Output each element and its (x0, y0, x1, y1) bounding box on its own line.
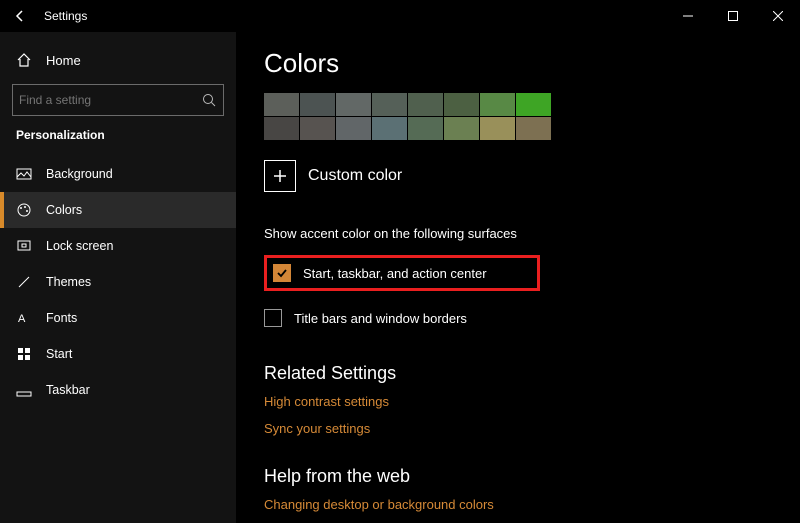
color-swatch[interactable] (300, 117, 335, 140)
back-button[interactable] (10, 6, 30, 26)
nav-list: Background Colors Lock screen Themes A F… (0, 156, 236, 408)
sidebar-item-fonts[interactable]: A Fonts (0, 300, 236, 336)
search-input[interactable] (19, 93, 201, 107)
related-heading: Related Settings (264, 363, 800, 384)
color-swatch[interactable] (264, 93, 299, 116)
color-swatch[interactable] (444, 117, 479, 140)
home-icon (16, 52, 32, 68)
checkbox-start-taskbar[interactable]: Start, taskbar, and action center (273, 264, 487, 282)
taskbar-icon (16, 382, 32, 398)
sidebar-item-colors[interactable]: Colors (0, 192, 236, 228)
nav-label: Colors (46, 203, 82, 217)
titlebar: Settings (0, 0, 800, 32)
page-title: Colors (264, 48, 800, 79)
brush-icon (16, 274, 32, 290)
sidebar-item-lockscreen[interactable]: Lock screen (0, 228, 236, 264)
checkbox-label: Title bars and window borders (294, 311, 467, 326)
sidebar-item-background[interactable]: Background (0, 156, 236, 192)
accent-section-title: Show accent color on the following surfa… (264, 226, 800, 241)
sidebar: Home Personalization Background Colors L… (0, 32, 236, 523)
sidebar-item-start[interactable]: Start (0, 336, 236, 372)
font-icon: A (16, 310, 32, 326)
maximize-button[interactable] (710, 0, 755, 32)
help-heading: Help from the web (264, 466, 800, 487)
category-label: Personalization (0, 128, 236, 156)
minimize-button[interactable] (665, 0, 710, 32)
color-swatch[interactable] (372, 117, 407, 140)
highlight-box: Start, taskbar, and action center (264, 255, 540, 291)
checkbox-label: Start, taskbar, and action center (303, 266, 487, 281)
color-swatch[interactable] (336, 93, 371, 116)
color-swatch[interactable] (480, 93, 515, 116)
palette-icon (16, 202, 32, 218)
home-button[interactable]: Home (0, 44, 236, 76)
link-high-contrast[interactable]: High contrast settings (264, 394, 800, 409)
color-swatch[interactable] (480, 117, 515, 140)
lock-icon (16, 238, 32, 254)
link-sync-settings[interactable]: Sync your settings (264, 421, 800, 436)
color-swatch[interactable] (372, 93, 407, 116)
color-swatch[interactable] (516, 117, 551, 140)
custom-color-label: Custom color (308, 167, 402, 185)
color-swatch[interactable] (444, 93, 479, 116)
nav-label: Fonts (46, 311, 77, 325)
checkbox-icon (264, 309, 282, 327)
link-help-desktop-colors[interactable]: Changing desktop or background colors (264, 497, 800, 512)
custom-color-button[interactable] (264, 160, 296, 192)
home-label: Home (46, 53, 81, 68)
main-pane: Colors Custom color Show accent color on… (236, 32, 800, 523)
search-icon (201, 92, 217, 108)
window-controls (665, 0, 800, 32)
start-icon (16, 346, 32, 362)
color-swatch[interactable] (408, 117, 443, 140)
svg-text:A: A (18, 313, 26, 325)
window-title: Settings (44, 9, 665, 23)
picture-icon (16, 166, 32, 182)
color-swatch[interactable] (516, 93, 551, 116)
color-swatch[interactable] (264, 117, 299, 140)
checkbox-title-bars[interactable]: Title bars and window borders (264, 303, 800, 333)
nav-label: Themes (46, 275, 91, 289)
color-swatch[interactable] (300, 93, 335, 116)
sidebar-item-taskbar[interactable]: Taskbar (0, 372, 236, 408)
checkbox-icon (273, 264, 291, 282)
color-swatches (264, 93, 800, 140)
close-button[interactable] (755, 0, 800, 32)
color-swatch[interactable] (408, 93, 443, 116)
nav-label: Taskbar (46, 383, 90, 397)
nav-label: Background (46, 167, 113, 181)
nav-label: Lock screen (46, 239, 113, 253)
nav-label: Start (46, 347, 72, 361)
sidebar-item-themes[interactable]: Themes (0, 264, 236, 300)
color-swatch[interactable] (336, 117, 371, 140)
search-box[interactable] (12, 84, 224, 116)
